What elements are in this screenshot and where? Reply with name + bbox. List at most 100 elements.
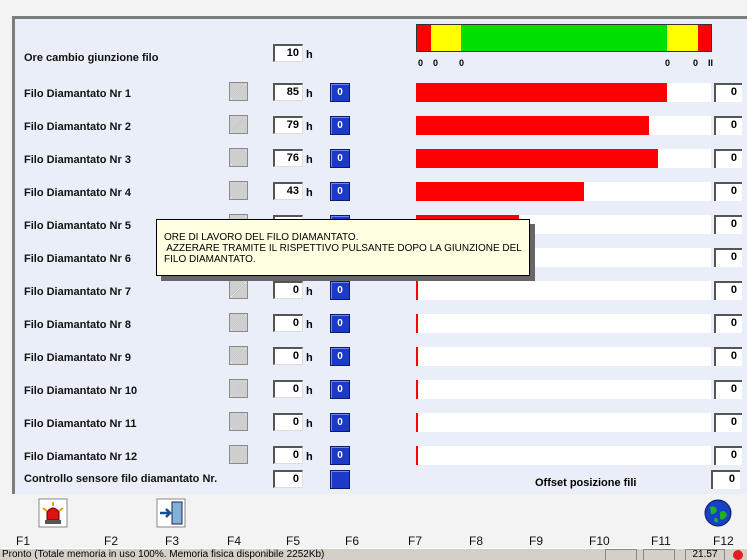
wire-label: Filo Diamantato Nr 2 — [24, 121, 131, 133]
fkey-f11[interactable]: F11 — [651, 534, 671, 548]
wire-value-field[interactable]: 0 — [714, 314, 742, 333]
wire-hours-unit: h — [306, 385, 313, 397]
wire-hours-bar — [416, 380, 711, 399]
fkey-f12[interactable]: F12 — [713, 534, 734, 548]
gauge-tick: 0 — [459, 58, 465, 68]
sensor-number-input[interactable]: 0 — [273, 470, 303, 488]
wire-hours-input[interactable]: 79 — [273, 116, 303, 134]
wire-hours-input[interactable]: 0 — [273, 413, 303, 431]
wire-reset-button[interactable]: 0 — [330, 380, 350, 399]
gauge-segment-red-left — [417, 25, 431, 51]
wire-label: Filo Diamantato Nr 6 — [24, 253, 131, 265]
wire-enable-toggle[interactable] — [229, 379, 248, 398]
wire-hours-bar-fill — [416, 413, 418, 432]
wire-hours-input[interactable]: 0 — [273, 347, 303, 365]
offset-input[interactable]: 0 — [711, 470, 740, 489]
wire-hours-input[interactable]: 43 — [273, 182, 303, 200]
wire-value-field[interactable]: 0 — [714, 248, 742, 267]
wire-reset-button[interactable]: 0 — [330, 314, 350, 333]
fkey-f9[interactable]: F9 — [529, 534, 543, 548]
change-interval-unit: h — [306, 49, 313, 61]
gauge-tick: 0 — [433, 58, 439, 68]
hours-tooltip: ORE DI LAVORO DEL FILO DIAMANTATO. AZZER… — [156, 219, 530, 276]
wire-value-field[interactable]: 0 — [714, 413, 742, 432]
wire-label: Filo Diamantato Nr 8 — [24, 319, 131, 331]
fkey-f7[interactable]: F7 — [408, 534, 422, 548]
wire-enable-toggle[interactable] — [229, 346, 248, 365]
wire-enable-toggle[interactable] — [229, 115, 248, 134]
wire-label: Filo Diamantato Nr 10 — [24, 385, 138, 397]
wire-label: Filo Diamantato Nr 12 — [24, 451, 138, 463]
wire-label: Filo Diamantato Nr 9 — [24, 352, 131, 364]
fkey-f8[interactable]: F8 — [469, 534, 483, 548]
wire-value-field[interactable]: 0 — [714, 446, 742, 465]
wire-enable-toggle[interactable] — [229, 82, 248, 101]
status-text: Pronto (Totale memoria in uso 100%. Memo… — [2, 549, 325, 560]
wire-enable-toggle[interactable] — [229, 280, 248, 299]
offset-label: Offset posizione fili — [535, 477, 637, 489]
wire-hours-bar — [416, 314, 711, 333]
globe-icon[interactable] — [703, 498, 733, 528]
wire-hours-unit: h — [306, 352, 313, 364]
fkey-f5[interactable]: F5 — [286, 534, 300, 548]
wire-enable-toggle[interactable] — [229, 313, 248, 332]
wire-hours-bar — [416, 446, 711, 465]
wire-reset-button[interactable]: 0 — [330, 446, 350, 465]
wire-reset-button[interactable]: 0 — [330, 281, 350, 300]
gauge-tick: 0 — [418, 58, 424, 68]
wire-enable-toggle[interactable] — [229, 148, 248, 167]
wire-reset-button[interactable]: 0 — [330, 347, 350, 366]
wire-reset-button[interactable]: 0 — [330, 149, 350, 168]
fkey-f1[interactable]: F1 — [16, 534, 30, 548]
wire-value-field[interactable]: 0 — [714, 347, 742, 366]
wire-value-field[interactable]: 0 — [714, 149, 742, 168]
function-key-bar: F1 F2 F3 F4 F5 F6 F7 F8 F9 F10 F11 F12 — [0, 494, 747, 548]
wire-hours-bar-fill — [416, 83, 667, 102]
wire-label: Filo Diamantato Nr 7 — [24, 286, 131, 298]
wire-hours-input[interactable]: 85 — [273, 83, 303, 101]
status-clock: 21.57 — [685, 549, 725, 560]
wire-value-field[interactable]: 0 — [714, 380, 742, 399]
wire-hours-unit: h — [306, 121, 313, 133]
window-top-strip — [0, 0, 747, 16]
wire-hours-unit: h — [306, 154, 313, 166]
wire-hours-input[interactable]: 0 — [273, 380, 303, 398]
fkey-f3[interactable]: F3 — [165, 534, 179, 548]
sensor-test-button[interactable] — [330, 470, 350, 489]
fkey-f10[interactable]: F10 — [589, 534, 610, 548]
alarm-siren-icon[interactable] — [38, 498, 68, 528]
wire-reset-button[interactable]: 0 — [330, 182, 350, 201]
wire-hours-bar-fill — [416, 149, 658, 168]
wire-enable-toggle[interactable] — [229, 181, 248, 200]
wire-hours-bar — [416, 83, 711, 102]
fkey-f4[interactable]: F4 — [227, 534, 241, 548]
wire-reset-button[interactable]: 0 — [330, 413, 350, 432]
gauge-tick: 0 — [693, 58, 699, 68]
wire-hours-input[interactable]: 0 — [273, 314, 303, 332]
wire-hours-input[interactable]: 0 — [273, 281, 303, 299]
wire-value-field[interactable]: 0 — [714, 116, 742, 135]
wire-enable-toggle[interactable] — [229, 445, 248, 464]
wire-hours-bar — [416, 347, 711, 366]
wire-label: Filo Diamantato Nr 5 — [24, 220, 131, 232]
fkey-f6[interactable]: F6 — [345, 534, 359, 548]
fkey-f2[interactable]: F2 — [104, 534, 118, 548]
sensor-control-label: Controllo sensore filo diamantato Nr. — [24, 473, 218, 485]
wire-value-field[interactable]: 0 — [714, 215, 742, 234]
wire-label: Filo Diamantato Nr 3 — [24, 154, 131, 166]
threshold-gauge — [416, 24, 712, 52]
wire-hours-input[interactable]: 0 — [273, 446, 303, 464]
wire-hours-input[interactable]: 76 — [273, 149, 303, 167]
exit-door-icon[interactable] — [156, 498, 186, 528]
wire-value-field[interactable]: 0 — [714, 83, 742, 102]
change-interval-input[interactable]: 10 — [273, 44, 303, 62]
wire-reset-button[interactable]: 0 — [330, 83, 350, 102]
wire-reset-button[interactable]: 0 — [330, 116, 350, 135]
wire-value-field[interactable]: 0 — [714, 281, 742, 300]
alert-icon — [733, 550, 743, 560]
wire-value-field[interactable]: 0 — [714, 182, 742, 201]
wire-hours-bar-fill — [416, 281, 418, 300]
wire-enable-toggle[interactable] — [229, 412, 248, 431]
status-panel — [605, 549, 637, 560]
wire-hours-unit: h — [306, 187, 313, 199]
